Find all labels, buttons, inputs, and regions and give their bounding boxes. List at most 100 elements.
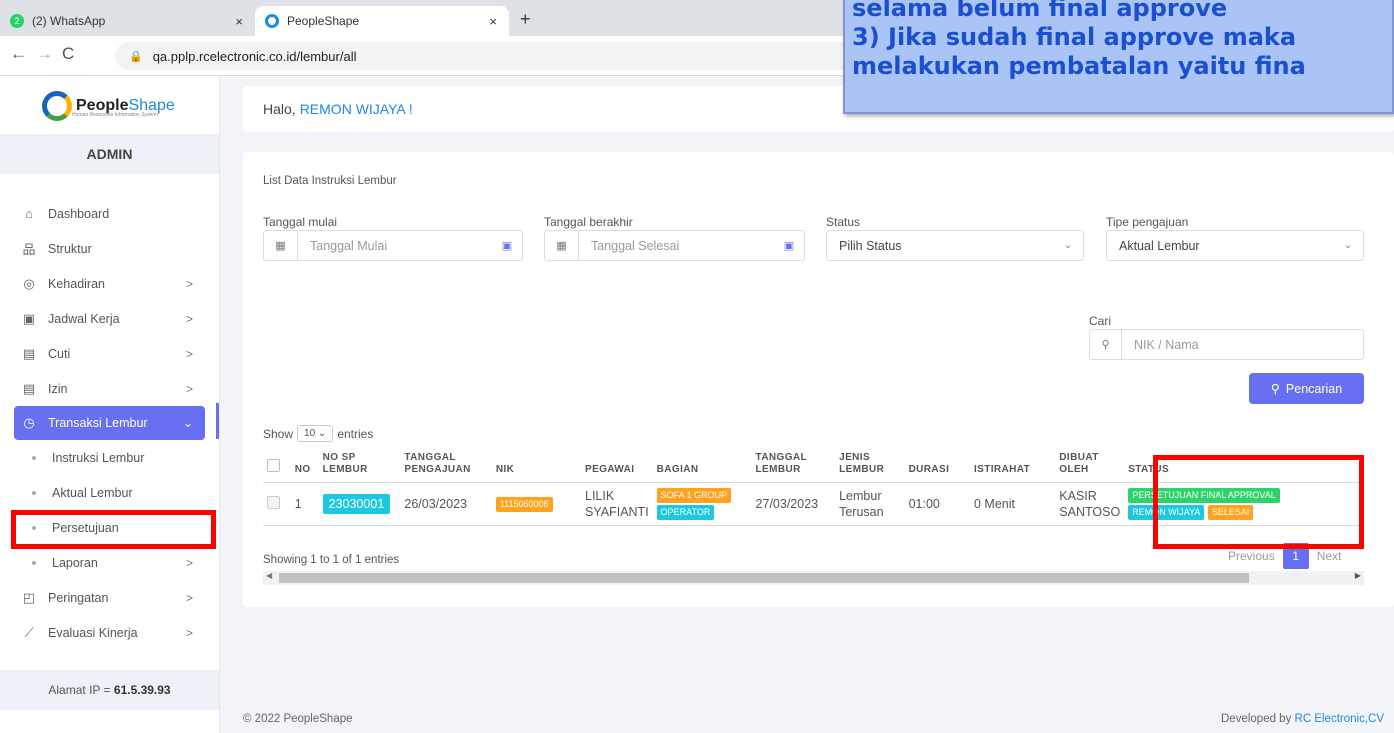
page-size-select[interactable]: 10 ⌄ xyxy=(297,425,334,442)
cell-dibuat: KASIR SANTOSO xyxy=(1055,482,1125,526)
reload-icon[interactable]: C xyxy=(62,44,74,64)
sidebar-item-laporan[interactable]: Laporan > xyxy=(0,545,219,580)
column-header[interactable]: TANGGAL PENGAJUAN xyxy=(400,452,492,483)
row-select-cell[interactable] xyxy=(263,482,291,526)
column-header[interactable]: ISTIRAHAT xyxy=(970,452,1056,483)
highlight-persetujuan xyxy=(11,510,216,549)
logo-subtitle: Human Resources Information System xyxy=(72,112,158,118)
search-label: Cari xyxy=(1089,314,1112,328)
page-size-control: Show 10 ⌄ entries xyxy=(263,425,373,442)
back-icon[interactable]: ← xyxy=(10,44,27,64)
sidebar-item-label: Jadwal Kerja xyxy=(48,311,120,326)
chevron-right-icon: > xyxy=(185,590,193,605)
sp-badge[interactable]: 23030001 xyxy=(322,494,391,514)
next-button[interactable]: Next xyxy=(1317,549,1342,563)
status-label: Status xyxy=(826,215,861,229)
checkbox[interactable] xyxy=(267,459,280,472)
sidebar-item-label: Struktur xyxy=(48,241,92,256)
search-icon: ⚲ xyxy=(1270,382,1280,396)
column-header[interactable]: BAGIAN xyxy=(652,452,752,483)
ip-value: 61.5.39.93 xyxy=(113,683,171,697)
column-header[interactable]: NO SP LEMBUR xyxy=(318,452,401,483)
chevron-down-icon: ⌄ xyxy=(182,416,193,430)
sidebar-item-transaksi-lembur[interactable]: ◷ Transaksi Lembur ⌄ xyxy=(14,406,205,440)
column-header[interactable]: DIBUAT OLEH xyxy=(1055,452,1125,483)
whatsapp-icon: 2 xyxy=(10,14,24,28)
horizontal-scrollbar[interactable]: ◀ ▶ xyxy=(263,571,1364,585)
column-header[interactable]: NO xyxy=(290,452,319,483)
forward-icon[interactable]: → xyxy=(36,44,53,64)
show-label: Show xyxy=(263,426,294,441)
sidebar-item-label: Instruksi Lembur xyxy=(52,450,145,465)
column-header[interactable]: JENIS LEMBUR xyxy=(835,452,905,483)
footer-copyright: © 2022 PeopleShape xyxy=(243,713,353,725)
column-header[interactable]: PEGAWAI xyxy=(581,452,653,483)
new-tab-button[interactable]: + xyxy=(520,9,531,30)
type-select[interactable]: Aktual Lembur ⌄ xyxy=(1106,230,1364,261)
search-placeholder: NIK / Nama xyxy=(1134,337,1199,352)
sidebar-item-izin[interactable]: ▤ Izin > xyxy=(0,371,219,406)
search-button[interactable]: ⚲ Pencarian xyxy=(1249,373,1364,404)
ip-address: Alamat IP = 61.5.39.93 xyxy=(0,670,219,710)
url-field[interactable]: 🔒 qa.pplp.rcelectronic.co.id/lembur/all xyxy=(115,42,855,70)
calendar-picker-icon[interactable]: ▣ xyxy=(774,239,804,252)
role-label: ADMIN xyxy=(0,134,219,174)
note-icon: ◰ xyxy=(22,589,36,605)
end-date-placeholder: Tanggal Selesai xyxy=(591,238,680,253)
chevron-right-icon: > xyxy=(185,381,193,396)
peopleshape-favicon-icon xyxy=(265,14,279,28)
end-date-label: Tanggal berakhir xyxy=(544,215,633,229)
sidebar-item-peringatan[interactable]: ◰ Peringatan > xyxy=(0,580,219,615)
sidebar-item-aktual-lembur[interactable]: Aktual Lembur xyxy=(0,475,219,510)
sidebar-item-instruksi-lembur[interactable]: Instruksi Lembur xyxy=(0,440,219,475)
scrollbar-thumb[interactable] xyxy=(279,573,1249,583)
scroll-right-icon[interactable]: ▶ xyxy=(1355,571,1361,580)
column-header[interactable]: TANGGAL LEMBUR xyxy=(751,452,836,483)
search-field[interactable]: ⚲ NIK / Nama xyxy=(1089,329,1364,360)
end-date-field[interactable]: ▦ Tanggal Selesai ▣ xyxy=(544,230,805,261)
sidebar-item-label: Cuti xyxy=(48,346,71,361)
calendar-picker-icon[interactable]: ▣ xyxy=(492,239,522,252)
tab-peopleshape[interactable]: PeopleShape × xyxy=(255,6,509,36)
sidebar-item-dashboard[interactable]: ⌂ Dashboard xyxy=(0,196,219,231)
scroll-left-icon[interactable]: ◀ xyxy=(266,571,272,580)
sidebar-item-cuti[interactable]: ▤ Cuti > xyxy=(0,336,219,371)
chevron-down-icon: ⌄ xyxy=(1063,240,1073,251)
sidebar-item-label: Izin xyxy=(48,381,68,396)
select-all-header[interactable] xyxy=(263,452,291,483)
callout-line: 3) Jika sudah final approve maka xyxy=(852,23,1297,51)
close-icon[interactable]: × xyxy=(489,14,497,29)
app-logo[interactable]: PeopleShape xyxy=(42,86,175,126)
cell-durasi: 01:00 xyxy=(904,482,970,526)
footer-dev-link[interactable]: RC Electronic,CV xyxy=(1295,713,1384,725)
column-header[interactable]: DURASI xyxy=(904,452,970,483)
callout-line: selama belum final approve xyxy=(852,0,1228,22)
peopleshape-logo-icon xyxy=(42,91,72,121)
sidebar-item-evaluasi-kinerja[interactable]: ⟋ Evaluasi Kinerja > xyxy=(0,615,219,650)
checkbox[interactable] xyxy=(267,496,280,509)
cell-tgl-lembur: 27/03/2023 xyxy=(751,482,836,526)
sidebar-item-label: Dashboard xyxy=(48,206,110,221)
search-icon: ⚲ xyxy=(1090,330,1122,359)
start-date-placeholder: Tanggal Mulai xyxy=(310,238,388,253)
sidebar-nav: ⌂ Dashboard 品 Struktur ◎ Kehadiran > ▣ Jadwal… xyxy=(0,196,219,650)
chevron-right-icon: > xyxy=(185,346,193,361)
previous-button[interactable]: Previous xyxy=(1228,549,1275,563)
close-icon[interactable]: × xyxy=(235,14,243,29)
sidebar-item-label: Peringatan xyxy=(48,590,109,605)
tab-whatsapp[interactable]: 2 (2) WhatsApp × xyxy=(0,6,255,36)
cell-pegawai: LILIK SYAFIANTI xyxy=(581,482,653,526)
status-select[interactable]: Pilih Status ⌄ xyxy=(826,230,1084,261)
sidebar-item-struktur[interactable]: 品 Struktur xyxy=(0,231,219,266)
start-date-field[interactable]: ▦ Tanggal Mulai ▣ xyxy=(263,230,523,261)
sidebar-item-label: Laporan xyxy=(52,555,98,570)
sidebar-item-jadwal-kerja[interactable]: ▣ Jadwal Kerja > xyxy=(0,301,219,336)
chevron-right-icon: > xyxy=(185,625,193,640)
sidebar-item-kehadiran[interactable]: ◎ Kehadiran > xyxy=(0,266,219,301)
lock-icon: 🔒 xyxy=(129,50,143,63)
url-text: qa.pplp.rcelectronic.co.id/lembur/all xyxy=(152,48,357,64)
calendar-icon: ▦ xyxy=(545,231,579,260)
type-label: Tipe pengajuan xyxy=(1106,215,1189,229)
calendar-icon: ▤ xyxy=(22,380,36,396)
column-header[interactable]: NIK xyxy=(491,452,581,483)
